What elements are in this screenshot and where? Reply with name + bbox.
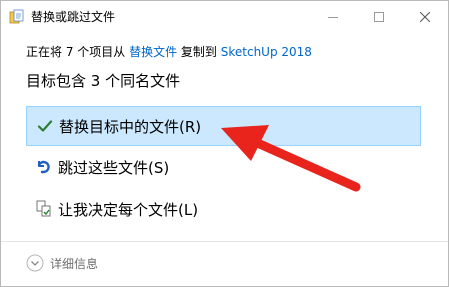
minimize-icon [328, 16, 338, 18]
details-toggle[interactable]: 详细信息 [26, 254, 98, 272]
replace-files-label: 替换目标中的文件(R) [59, 117, 202, 136]
maximize-icon [374, 11, 384, 22]
skip-files-label: 跳过这些文件(S) [58, 158, 170, 177]
file-copy-icon [9, 9, 25, 25]
close-icon [420, 11, 430, 22]
copy-prefix: 正在将 7 个项目从 [26, 45, 130, 59]
close-button[interactable] [402, 1, 448, 32]
copy-middle: 复制到 [177, 45, 221, 59]
chevron-down-icon [26, 254, 44, 272]
skip-icon [35, 158, 53, 176]
footer-divider [1, 241, 448, 242]
conflict-heading: 目标包含 3 个同名文件 [26, 72, 181, 90]
decide-files-icon [35, 200, 53, 218]
decide-each-file-label: 让我决定每个文件(L) [58, 200, 199, 219]
minimize-button[interactable] [310, 1, 356, 32]
destination-folder-link[interactable]: SketchUp 2018 [221, 45, 312, 59]
copy-description: 正在将 7 个项目从 替换文件 复制到 SketchUp 2018 [26, 44, 312, 60]
source-folder-link[interactable]: 替换文件 [129, 45, 177, 59]
window-title: 替换或跳过文件 [31, 10, 116, 24]
checkmark-icon [36, 117, 54, 135]
title-bar: 替换或跳过文件 [1, 1, 448, 32]
maximize-button[interactable] [356, 1, 402, 32]
details-label: 详细信息 [50, 256, 99, 271]
replace-or-skip-dialog: 替换或跳过文件 正在将 7 个项目从 替换文件 复制到 SketchUp 201… [0, 0, 449, 287]
red-arrow-icon [221, 125, 361, 192]
